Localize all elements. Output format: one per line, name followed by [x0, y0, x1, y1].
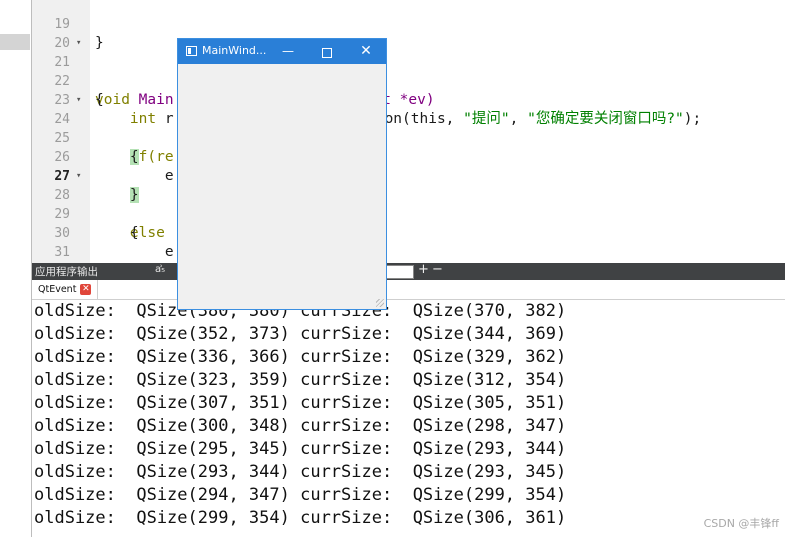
output-line: oldSize: QSize(323, 359) currSize: QSize… — [34, 370, 567, 390]
code-line: 26 e — [32, 129, 785, 184]
code-line: 28 ▾ else — [32, 167, 785, 241]
code-line: 19 } — [32, 0, 785, 51]
maximize-icon — [322, 47, 332, 58]
code-line: 29 { — [32, 186, 785, 241]
zoom-out-button[interactable]: − — [432, 262, 443, 277]
window-titlebar[interactable]: MainWind... — ✕ — [178, 39, 386, 64]
resize-grip-icon[interactable] — [376, 299, 384, 307]
code-line: 25 { — [32, 110, 785, 165]
code-line: 23 int r on(this, "提问", "您确定要关闭窗口吗?"); — [32, 72, 785, 127]
close-icon[interactable]: ✕ — [80, 284, 92, 295]
left-side-strip — [0, 0, 32, 537]
output-line: oldSize: QSize(295, 345) currSize: QSize… — [34, 439, 567, 459]
window-app-icon — [186, 46, 197, 56]
output-line: oldSize: QSize(294, 347) currSize: QSize… — [34, 485, 567, 505]
output-panel-title: 应用程序输出 — [35, 266, 98, 278]
output-line: oldSize: QSize(299, 354) currSize: QSize… — [34, 508, 567, 528]
left-side-tab[interactable] — [0, 34, 30, 50]
font-size-icon[interactable]: ẚ₅ — [155, 264, 165, 275]
fold-arrow-icon[interactable]: ▾ — [76, 167, 86, 186]
output-line: oldSize: QSize(300, 348) currSize: QSize… — [34, 416, 567, 436]
output-tab-row: QtEvent ✕ — [32, 280, 785, 300]
code-line: 22 { — [32, 53, 785, 108]
output-line: oldSize: QSize(307, 351) currSize: QSize… — [34, 393, 567, 413]
close-button[interactable]: ✕ — [350, 39, 382, 64]
code-line: 21 ▾ void MaineEvent *ev) — [32, 34, 785, 108]
code-line: 27 } — [32, 148, 785, 203]
filter-input[interactable] — [384, 265, 414, 279]
minimize-button[interactable]: — — [272, 39, 304, 64]
output-line: oldSize: QSize(336, 366) currSize: QSize… — [34, 347, 567, 367]
code-line: 32 } — [32, 243, 785, 262]
tab-label: QtEvent — [38, 284, 77, 295]
code-line: 20 — [32, 15, 785, 51]
fold-arrow-icon[interactable]: ▾ — [76, 34, 86, 53]
fold-arrow-icon[interactable]: ▾ — [76, 91, 86, 110]
code-line: 31 } — [32, 224, 785, 260]
code-editor[interactable]: 19 } 20 21 ▾ void MaineEvent *ev) 22 { 2… — [32, 0, 785, 263]
watermark: CSDN @丰锋ff — [703, 517, 779, 530]
output-line: oldSize: QSize(293, 344) currSize: QSize… — [34, 462, 567, 482]
window-title: MainWind... — [202, 44, 267, 57]
zoom-in-button[interactable]: + — [418, 262, 429, 277]
application-output[interactable]: oldSize: QSize(380, 380) currSize: QSize… — [32, 300, 785, 537]
code-line: 30 e — [32, 205, 785, 260]
code-line: 24 ▾ if(re — [32, 91, 785, 165]
main-window[interactable]: MainWind... — ✕ — [177, 38, 387, 310]
output-line: oldSize: QSize(352, 373) currSize: QSize… — [34, 324, 567, 344]
maximize-button[interactable] — [311, 39, 343, 64]
output-panel-toolbar: 应用程序输出 ẚ₅ + − — [32, 262, 785, 280]
tab-qtevent[interactable]: QtEvent ✕ — [32, 280, 99, 299]
